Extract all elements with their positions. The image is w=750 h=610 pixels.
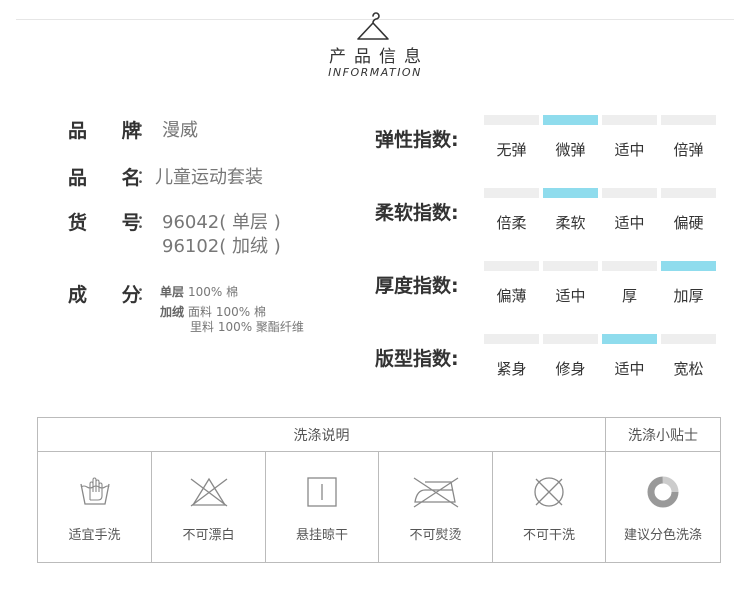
index-bar <box>543 261 598 271</box>
single-detail: 100% 棉 <box>188 285 239 299</box>
index-option: 微弹 <box>555 141 586 159</box>
index-option: 宽松 <box>673 360 704 378</box>
no-dry-clean-icon <box>534 477 564 507</box>
care-label: 不可熨烫 <box>409 528 462 543</box>
composition-colon: ： <box>136 284 154 305</box>
index-bar <box>661 115 716 125</box>
index-option: 偏硬 <box>673 214 704 232</box>
index-bar <box>602 188 657 198</box>
hand-wash-icon <box>79 477 110 505</box>
index-option: 无弹 <box>496 141 527 159</box>
care-item-hang-dry: 悬挂晾干 <box>266 452 379 563</box>
index-bar <box>484 188 539 198</box>
index-bar <box>484 261 539 271</box>
item-no-value-2: 96102( 加绒 ) <box>162 236 281 257</box>
care-tip-title: 洗涤小贴士 <box>606 418 720 452</box>
index-bar <box>661 334 716 344</box>
care-title: 洗涤说明 <box>38 418 606 452</box>
index-label: 柔软指数: <box>375 202 459 224</box>
index-option: 倍弹 <box>673 141 704 159</box>
index-bar <box>484 334 539 344</box>
index-option: 适中 <box>614 141 645 159</box>
brand-colon: ： <box>136 120 154 141</box>
index-bar <box>602 261 657 271</box>
no-bleach-icon <box>190 477 227 507</box>
index-bar <box>543 334 598 344</box>
care-label: 不可漂白 <box>182 528 235 543</box>
fleece-type: 加绒 <box>160 305 185 319</box>
single-type: 单层 <box>160 285 185 299</box>
index-bar-selected <box>543 188 598 198</box>
no-iron-icon <box>413 477 458 508</box>
care-item-no-bleach: 不可漂白 <box>152 452 266 563</box>
index-bar <box>484 115 539 125</box>
care-label: 悬挂晾干 <box>295 528 348 543</box>
care-label: 不可干洗 <box>522 528 575 543</box>
index-option: 适中 <box>614 360 645 378</box>
index-option: 柔软 <box>555 214 586 232</box>
care-label: 建议分色洗涤 <box>623 528 702 543</box>
index-label: 厚度指数: <box>375 275 459 297</box>
product-name-value: 儿童运动套装 <box>155 167 263 188</box>
composition-fleece-lining: 里料 100% 聚酯纤维 <box>190 320 304 334</box>
care-item-color-separate: 建议分色洗涤 <box>606 452 720 563</box>
composition-single: 单层 100% 棉 <box>160 283 238 300</box>
index-bar <box>602 115 657 125</box>
hang-dry-icon <box>307 477 337 507</box>
index-option: 偏薄 <box>496 287 527 305</box>
index-option: 紧身 <box>496 360 527 378</box>
index-label: 弹性指数: <box>375 129 459 151</box>
fleece-face: 面料 100% 棉 <box>188 305 266 319</box>
care-table: 洗涤说明 洗涤小贴士 适宜手洗 不可漂白 悬挂晾干 不可熨烫 不可干洗 建议分色… <box>37 417 721 563</box>
color-separate-icon <box>647 476 679 508</box>
section-title: 产品信息 <box>329 47 429 67</box>
item-no-value-1: 96042( 单层 ) <box>162 212 281 233</box>
index-option: 适中 <box>614 214 645 232</box>
care-label: 适宜手洗 <box>68 528 121 543</box>
index-option: 倍柔 <box>496 214 527 232</box>
care-item-no-dry-clean: 不可干洗 <box>493 452 606 563</box>
index-option: 加厚 <box>673 287 704 305</box>
care-item-no-iron: 不可熨烫 <box>379 452 493 563</box>
product-name-colon: ： <box>136 167 154 188</box>
care-item-hand-wash: 适宜手洗 <box>38 452 152 563</box>
index-bar-selected <box>602 334 657 344</box>
index-bar-selected <box>543 115 598 125</box>
index-option: 适中 <box>555 287 586 305</box>
index-label: 版型指数: <box>375 348 459 370</box>
index-option: 厚 <box>621 287 637 305</box>
index-bar <box>661 188 716 198</box>
index-bar-selected <box>661 261 716 271</box>
section-subtitle: INFORMATION <box>328 66 422 79</box>
item-no-colon: ： <box>136 212 154 233</box>
brand-value: 漫威 <box>162 120 198 141</box>
index-option: 修身 <box>555 360 586 378</box>
